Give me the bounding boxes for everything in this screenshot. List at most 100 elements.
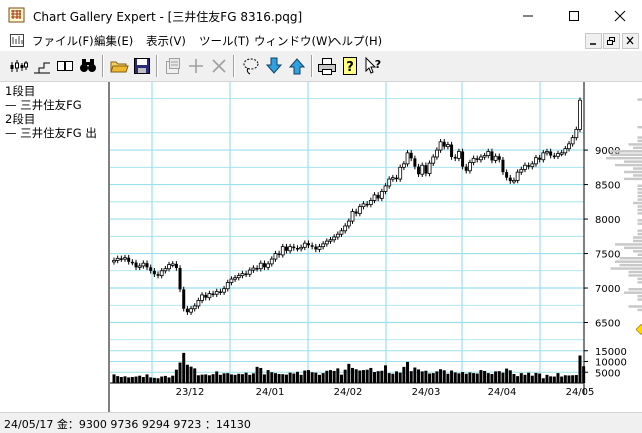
close-button[interactable] [597, 0, 642, 31]
price-volume-profile-bar [638, 185, 642, 187]
volume-bar [575, 375, 578, 383]
plus-icon [186, 56, 206, 76]
chart-area[interactable]: 9000850080007500700065001500010000500023… [110, 82, 642, 412]
price-volume-profile-bar [638, 298, 642, 300]
price-axis-label: 7500 [595, 250, 620, 261]
split-view-button[interactable] [54, 55, 76, 77]
context-help-button[interactable]: ? [362, 55, 384, 77]
candle-body-up [336, 234, 339, 237]
price-volume-profile-bar [638, 98, 642, 100]
volume-bar [494, 371, 497, 383]
volume-bar [443, 370, 446, 383]
candle-body-up [164, 269, 167, 271]
help-button[interactable]: ? [339, 55, 361, 77]
candle-body-up [190, 309, 193, 312]
candle-body-up [248, 270, 251, 274]
menu-tools[interactable]: ツール(T) [199, 33, 250, 49]
volume-bar [274, 373, 277, 383]
delete-button[interactable] [208, 55, 230, 77]
menu-edit[interactable]: 編集(E) [94, 33, 133, 49]
open-button[interactable] [108, 55, 130, 77]
candle-body-up [325, 241, 328, 244]
volume-bar [553, 377, 556, 383]
select-button[interactable] [240, 55, 262, 77]
stock-chart[interactable]: 9000850080007500700065001500010000500023… [110, 82, 642, 412]
volume-axis-label: 15000 [595, 347, 627, 358]
menu-window[interactable]: ウィンドウ(W) [254, 33, 332, 49]
candle-body-down [245, 274, 248, 276]
tier2-series[interactable]: — 三井住友FG 出 [5, 125, 97, 141]
price-volume-profile-bar [629, 305, 642, 307]
minimize-icon [522, 10, 534, 22]
candle-body-down [476, 158, 479, 160]
save-button[interactable] [131, 55, 153, 77]
volume-bar [564, 375, 567, 383]
export-button[interactable] [286, 55, 308, 77]
minimize-button[interactable] [505, 0, 551, 31]
volume-bar [413, 368, 416, 383]
volume-bar [483, 371, 486, 383]
open-folder-icon [109, 56, 129, 76]
candle-body-up [369, 200, 372, 204]
volume-bar [399, 373, 402, 383]
price-volume-profile-bar [638, 140, 642, 142]
maximize-button[interactable] [551, 0, 597, 31]
volume-bar [446, 374, 449, 383]
candle-body-up [399, 167, 402, 179]
x-axis-tick-label: 24/05 [566, 387, 595, 398]
close-icon [625, 36, 636, 46]
candlestick-button[interactable] [8, 55, 30, 77]
volume-bar [285, 375, 288, 383]
candle-body-up [579, 100, 582, 129]
mdi-minimize-button[interactable] [585, 33, 602, 49]
mdi-system-menu-icon[interactable] [10, 34, 24, 50]
volume-bar [252, 373, 255, 383]
candle-body-down [527, 165, 530, 167]
candle-body-down [263, 263, 266, 267]
volume-bar [373, 372, 376, 383]
price-volume-profile-bar [633, 167, 642, 169]
menu-help[interactable]: ヘルプ(H) [330, 33, 382, 49]
volume-bar [318, 375, 321, 383]
print-button[interactable] [316, 55, 338, 77]
candle-body-down [120, 258, 123, 260]
candle-body-down [461, 151, 464, 166]
candle-body-up [160, 271, 163, 276]
properties-icon [163, 56, 183, 76]
candle-body-up [270, 259, 273, 264]
candle-body-down [204, 295, 207, 298]
volume-bar [377, 371, 380, 383]
volume-bar [256, 367, 259, 383]
mdi-close-button[interactable] [622, 33, 639, 49]
lasso-icon [241, 56, 261, 76]
candle-body-up [556, 154, 559, 157]
candle-body-up [516, 172, 519, 180]
volume-bar [289, 373, 292, 383]
candle-body-down [186, 309, 189, 312]
price-volume-profile-bar [629, 271, 642, 273]
search-button[interactable] [77, 55, 99, 77]
add-button[interactable] [185, 55, 207, 77]
x-axis-tick-label: 24/04 [488, 387, 517, 398]
price-volume-profile-bar [615, 164, 642, 166]
price-volume-profile-bar [638, 209, 642, 211]
menu-file[interactable]: ファイル(F) [32, 33, 94, 49]
candle-body-up [520, 169, 523, 172]
candle-body-down [311, 245, 314, 247]
candle-body-down [413, 158, 416, 166]
volume-bar [270, 372, 273, 383]
price-volume-profile-bar [611, 154, 642, 156]
menu-view[interactable]: 表示(V) [146, 33, 186, 49]
mdi-restore-button[interactable] [603, 33, 620, 49]
volume-bar [168, 377, 171, 383]
app-icon[interactable] [8, 7, 26, 27]
candle-body-down [278, 254, 281, 256]
price-volume-profile-bar [615, 243, 642, 245]
candle-body-up [113, 260, 116, 262]
properties-button[interactable] [162, 55, 184, 77]
step-chart-button[interactable] [31, 55, 53, 77]
price-volume-profile-bar [624, 160, 642, 162]
volume-bar [135, 377, 138, 383]
candle-body-down [490, 151, 493, 160]
import-button[interactable] [263, 55, 285, 77]
